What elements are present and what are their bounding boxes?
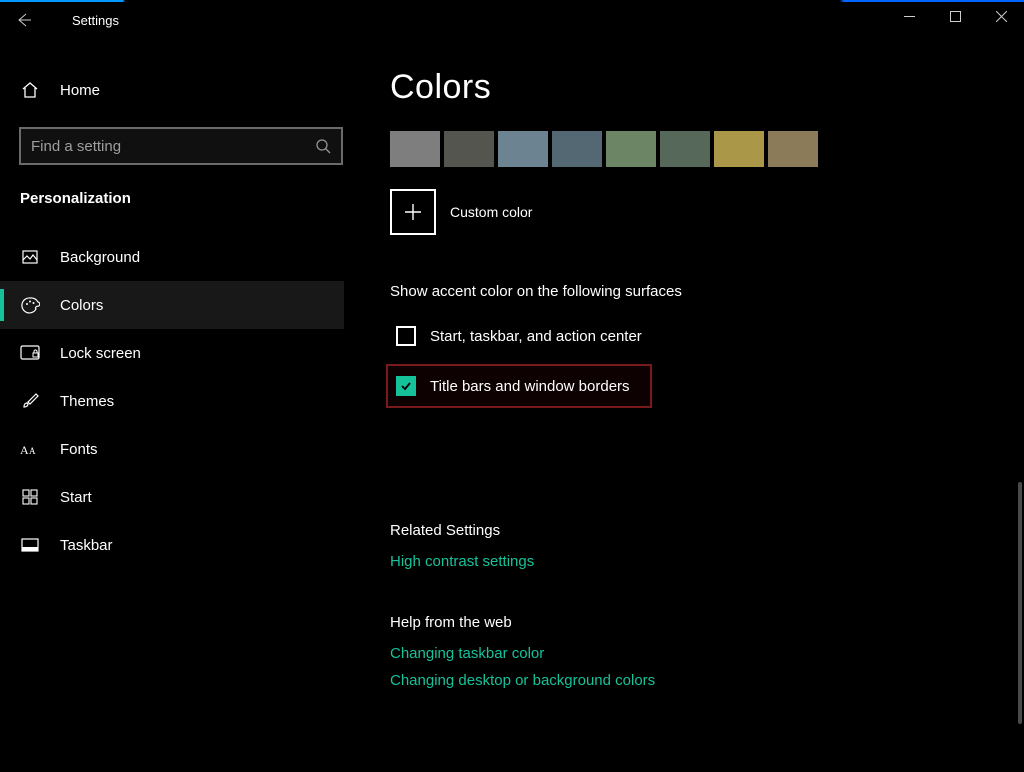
sidebar-item-label: Themes <box>60 393 114 410</box>
arrow-left-icon <box>16 12 32 28</box>
link-high-contrast[interactable]: High contrast settings <box>390 553 998 570</box>
sidebar-item-label: Colors <box>60 297 103 314</box>
minimize-button[interactable] <box>886 0 932 32</box>
custom-color-row[interactable]: Custom color <box>390 189 998 235</box>
sidebar-item-start[interactable]: Start <box>0 473 344 521</box>
sidebar-item-label: Lock screen <box>60 345 141 362</box>
taskbar-icon <box>20 538 40 552</box>
color-swatch[interactable] <box>660 131 710 167</box>
maximize-icon <box>950 11 961 22</box>
close-button[interactable] <box>978 0 1024 32</box>
related-settings-heading: Related Settings <box>390 522 998 539</box>
sidebar-item-label: Background <box>60 249 140 266</box>
checkbox-label: Title bars and window borders <box>430 378 630 395</box>
sidebar-item-colors[interactable]: Colors <box>0 281 344 329</box>
minimize-icon <box>904 11 915 22</box>
help-block: Help from the web Changing taskbar color… <box>390 614 998 689</box>
color-swatch[interactable] <box>444 131 494 167</box>
window-controls <box>886 0 1024 32</box>
checkbox-label: Start, taskbar, and action center <box>430 328 642 345</box>
svg-text:A: A <box>29 446 36 456</box>
sidebar: Home Personalization Background <box>0 40 364 772</box>
color-swatch[interactable] <box>552 131 602 167</box>
link-taskbar-color[interactable]: Changing taskbar color <box>390 645 998 662</box>
help-heading: Help from the web <box>390 614 998 631</box>
related-settings-block: Related Settings High contrast settings <box>390 522 998 570</box>
color-swatch[interactable] <box>390 131 440 167</box>
accent-surfaces-label: Show accent color on the following surfa… <box>390 283 998 300</box>
window-title: Settings <box>72 13 119 28</box>
sidebar-item-background[interactable]: Background <box>0 233 344 281</box>
sidebar-section-title: Personalization <box>20 190 344 207</box>
search-input[interactable] <box>31 138 315 155</box>
sidebar-item-taskbar[interactable]: Taskbar <box>0 521 344 569</box>
start-icon <box>20 489 40 505</box>
fonts-icon: AA <box>20 441 40 457</box>
lockscreen-icon <box>20 345 40 361</box>
sidebar-item-fonts[interactable]: AA Fonts <box>0 425 344 473</box>
color-swatch[interactable] <box>606 131 656 167</box>
sidebar-home-label: Home <box>60 82 100 99</box>
checkbox-title-bars[interactable]: Title bars and window borders <box>386 364 652 408</box>
custom-color-label: Custom color <box>450 204 532 220</box>
sidebar-home[interactable]: Home <box>20 68 344 112</box>
palette-icon <box>20 296 40 315</box>
color-swatch[interactable] <box>768 131 818 167</box>
sidebar-nav: Background Colors Lock screen Themes <box>0 233 344 569</box>
checkbox-icon <box>396 326 416 346</box>
scrollbar-thumb[interactable] <box>1018 482 1022 724</box>
sidebar-item-label: Taskbar <box>60 537 113 554</box>
titlebar: Settings <box>0 0 1024 40</box>
plus-icon <box>390 189 436 235</box>
color-swatch-row <box>390 131 998 167</box>
color-swatch[interactable] <box>498 131 548 167</box>
home-icon <box>20 81 40 99</box>
main-panel: Colors Custom color Show accent color on… <box>364 40 1024 772</box>
search-box[interactable] <box>20 128 342 164</box>
sidebar-item-themes[interactable]: Themes <box>0 377 344 425</box>
sidebar-item-label: Fonts <box>60 441 98 458</box>
close-icon <box>996 11 1007 22</box>
checkbox-start-taskbar[interactable]: Start, taskbar, and action center <box>390 318 998 354</box>
back-button[interactable] <box>0 0 48 40</box>
sidebar-item-label: Start <box>60 489 92 506</box>
sidebar-item-lock-screen[interactable]: Lock screen <box>0 329 344 377</box>
maximize-button[interactable] <box>932 0 978 32</box>
page-title: Colors <box>390 68 998 107</box>
link-desktop-colors[interactable]: Changing desktop or background colors <box>390 672 998 689</box>
search-icon <box>315 138 331 154</box>
checkbox-icon <box>396 376 416 396</box>
picture-icon <box>20 248 40 266</box>
brush-icon <box>20 392 40 410</box>
color-swatch[interactable] <box>714 131 764 167</box>
svg-text:A: A <box>20 443 29 457</box>
